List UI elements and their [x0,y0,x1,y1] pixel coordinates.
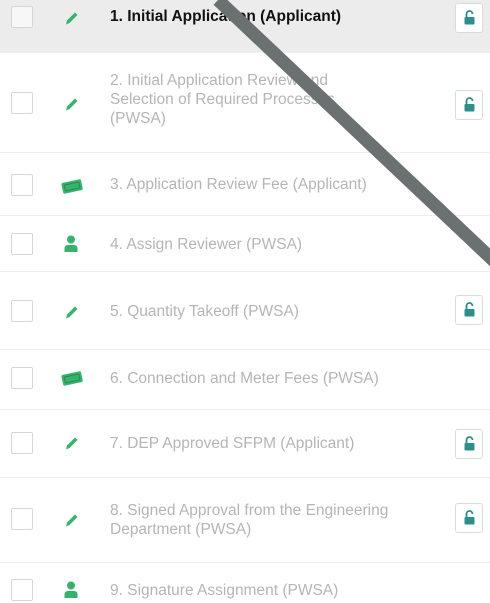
lock-icon[interactable] [455,3,483,33]
step-label[interactable]: 8. Signed Approval from the Engineering … [110,501,390,539]
step-checkbox[interactable] [11,92,33,114]
step-checkbox[interactable] [11,300,33,322]
lock-icon[interactable] [455,295,483,325]
step-row[interactable]: 1. Initial Application (Applicant) [0,0,490,53]
pencil-icon [60,509,82,531]
step-checkbox[interactable] [11,233,33,255]
step-label[interactable]: 3. Application Review Fee (Applicant) [110,175,440,194]
step-row[interactable]: 8. Signed Approval from the Engineering … [0,478,490,563]
step-row[interactable]: 3. Application Review Fee (Applicant) [0,153,490,216]
step-row[interactable]: 6. Connection and Meter Fees (PWSA) [0,350,490,410]
step-checkbox[interactable] [11,367,33,389]
money-icon [60,175,83,197]
step-checkbox[interactable] [11,6,33,28]
step-row[interactable]: 5. Quantity Takeoff (PWSA) [0,272,490,350]
user-icon [60,579,82,601]
pencil-icon [60,432,82,454]
step-checkbox[interactable] [11,432,33,454]
lock-icon[interactable] [455,503,483,533]
step-label[interactable]: 6. Connection and Meter Fees (PWSA) [110,369,440,388]
user-icon [60,233,82,255]
step-label[interactable]: 4. Assign Reviewer (PWSA) [110,235,440,254]
step-row[interactable]: 9. Signature Assignment (PWSA) [0,563,490,603]
step-checkbox[interactable] [11,579,33,601]
lock-icon[interactable] [455,90,483,120]
step-label[interactable]: 9. Signature Assignment (PWSA) [110,581,440,600]
step-checkbox[interactable] [11,508,33,530]
pencil-icon [60,93,82,115]
lock-icon[interactable] [455,429,483,459]
pencil-icon [60,301,82,323]
money-icon [60,367,83,389]
step-checkbox[interactable] [11,174,33,196]
step-label[interactable]: 1. Initial Application (Applicant) [110,7,440,26]
step-row[interactable]: 7. DEP Approved SFPM (Applicant) [0,410,490,478]
step-row[interactable]: 2. Initial Application Review and Select… [0,53,490,153]
step-label[interactable]: 5. Quantity Takeoff (PWSA) [110,302,440,321]
step-label[interactable]: 7. DEP Approved SFPM (Applicant) [110,434,440,453]
step-label[interactable]: 2. Initial Application Review and Select… [110,71,390,128]
pencil-icon [60,7,82,29]
step-row[interactable]: 4. Assign Reviewer (PWSA) [0,216,490,272]
